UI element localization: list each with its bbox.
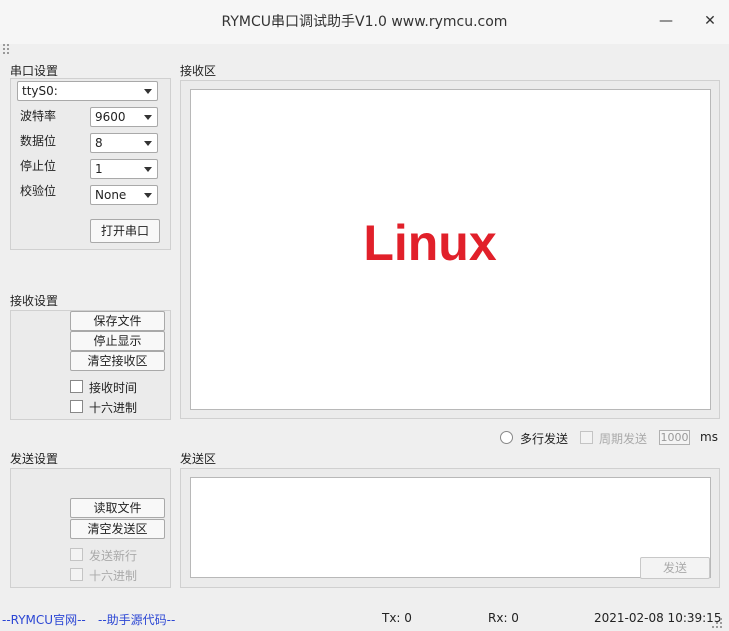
toolbar-grip-icon[interactable]: [3, 44, 13, 56]
databits-label: 数据位: [20, 134, 57, 148]
clear-send-button[interactable]: 清空发送区: [70, 519, 165, 539]
window-title: RYMCU串口调试助手V1.0 www.rymcu.com: [221, 14, 508, 30]
save-file-button[interactable]: 保存文件: [70, 311, 165, 331]
send-newline-checkbox[interactable]: [70, 548, 83, 561]
receive-settings-label: 接收设置: [10, 294, 59, 308]
receive-time-label: 接收时间: [89, 381, 138, 395]
chevron-down-icon: [144, 167, 152, 172]
stopbits-value: 1: [95, 162, 103, 176]
send-settings-label: 发送设置: [10, 452, 59, 466]
multiline-send-label: 多行发送: [520, 432, 569, 446]
resize-grip-icon[interactable]: [712, 618, 724, 629]
port-select[interactable]: ttyS0:: [17, 81, 158, 101]
read-file-button[interactable]: 读取文件: [70, 498, 165, 518]
periodic-send-checkbox[interactable]: [580, 431, 593, 444]
multiline-send-radio[interactable]: [500, 431, 513, 444]
periodic-send-label: 周期发送: [599, 432, 648, 446]
stopbits-label: 停止位: [20, 159, 57, 173]
tx-counter: Tx: 0: [382, 611, 412, 625]
receive-area-label: 接收区: [180, 64, 217, 78]
chevron-down-icon: [144, 141, 152, 146]
baud-value: 9600: [95, 110, 126, 124]
parity-label: 校验位: [20, 184, 57, 198]
send-hex-label: 十六进制: [89, 569, 138, 583]
stop-display-button[interactable]: 停止显示: [70, 331, 165, 351]
period-unit-label: ms: [700, 430, 718, 444]
baud-select[interactable]: 9600: [90, 107, 158, 127]
status-datetime: 2021-02-08 10:39:15: [594, 611, 722, 625]
parity-value: None: [95, 188, 127, 202]
send-hex-checkbox[interactable]: [70, 568, 83, 581]
linux-watermark: Linux: [363, 215, 497, 271]
chevron-down-icon: [144, 89, 152, 94]
official-site-link[interactable]: --RYMCU官网--: [2, 611, 86, 628]
minimize-button[interactable]: —: [655, 10, 677, 32]
databits-value: 8: [95, 136, 103, 150]
rx-counter: Rx: 0: [488, 611, 519, 625]
source-code-link[interactable]: --助手源代码--: [98, 611, 175, 628]
baud-label: 波特率: [20, 109, 57, 123]
period-input[interactable]: 1000: [659, 430, 690, 445]
send-area-label: 发送区: [180, 452, 217, 466]
receive-hex-label: 十六进制: [89, 401, 138, 415]
send-newline-label: 发送新行: [89, 549, 138, 563]
stopbits-select[interactable]: 1: [90, 159, 158, 179]
chevron-down-icon: [144, 193, 152, 198]
databits-select[interactable]: 8: [90, 133, 158, 153]
chevron-down-icon: [144, 115, 152, 120]
clear-receive-button[interactable]: 清空接收区: [70, 351, 165, 371]
serial-settings-label: 串口设置: [10, 64, 59, 78]
port-value: ttyS0:: [22, 84, 58, 98]
open-port-button[interactable]: 打开串口: [90, 219, 160, 243]
close-button[interactable]: ✕: [699, 10, 721, 32]
receive-time-checkbox[interactable]: [70, 380, 83, 393]
parity-select[interactable]: None: [90, 185, 158, 205]
receive-hex-checkbox[interactable]: [70, 400, 83, 413]
send-button[interactable]: 发送: [640, 557, 710, 579]
send-textarea[interactable]: [190, 477, 711, 578]
